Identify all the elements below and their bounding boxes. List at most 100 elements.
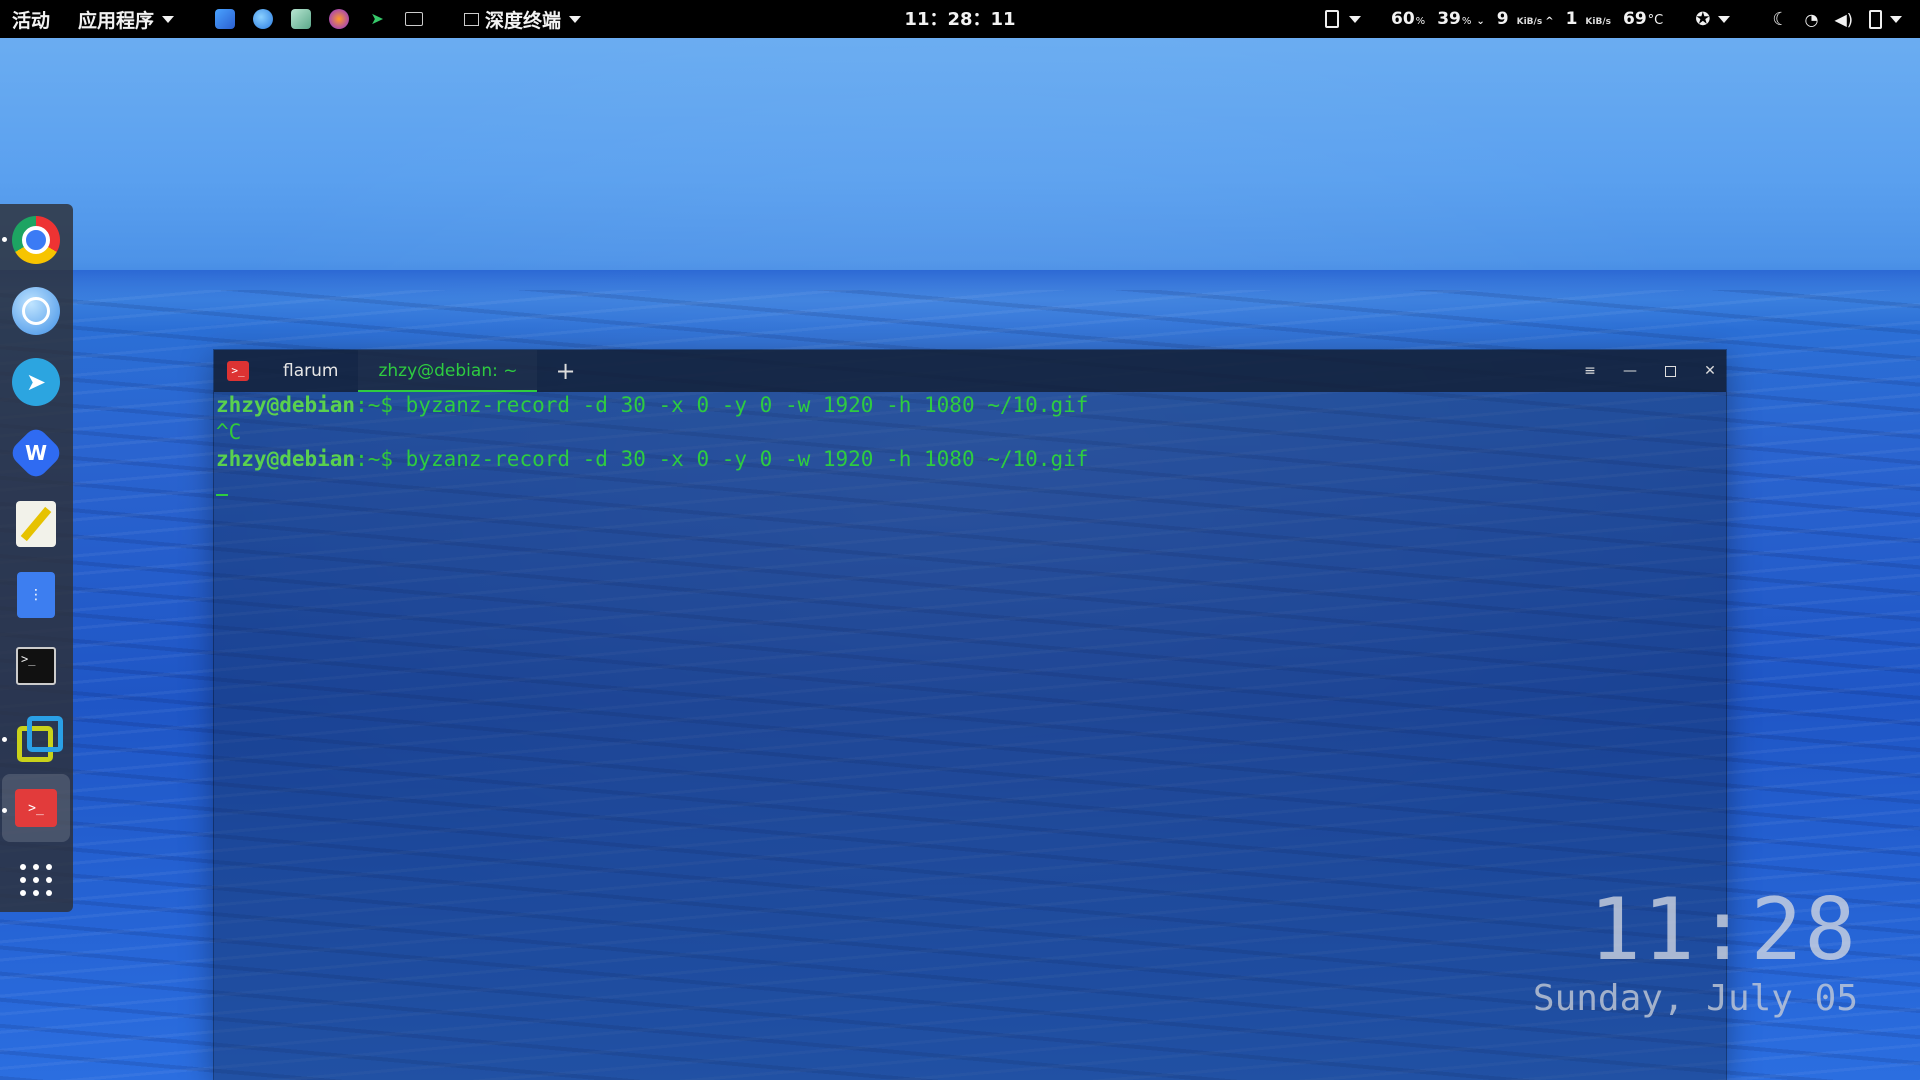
arrow-up-icon: ^ [1545, 16, 1554, 27]
browser-badge-icon[interactable] [253, 9, 274, 29]
terminal-line: zhzy@debian:~$ byzanz-record -d 30 -x 0 … [216, 392, 1726, 419]
net-download: 9 KiB/s ^ [1497, 9, 1554, 29]
app-grid-icon [20, 864, 52, 896]
activities-button[interactable]: 活动 [0, 0, 60, 38]
chevron-down-icon: ⌄ [1476, 16, 1485, 27]
activities-label: 活动 [12, 9, 51, 32]
panel-clock[interactable]: 11：28：11 [904, 9, 1015, 30]
running-indicator [2, 237, 7, 242]
tab-zhzy-debian[interactable]: zhzy@debian: ~ [358, 350, 538, 392]
memory-usage: 39% ⌄ [1437, 9, 1485, 29]
deepin-terminal-icon: >_ [15, 789, 57, 827]
dock-item-app-grid[interactable] [10, 854, 62, 906]
dock-item-telegram[interactable]: ➤ [10, 356, 62, 408]
chevron-down-icon [162, 15, 175, 23]
temp-value: 69 [1623, 9, 1647, 29]
desktop-clock-time: 11:28 [1589, 880, 1858, 980]
new-tab-button[interactable]: + [537, 350, 593, 392]
applications-label: 应用程序 [78, 9, 155, 32]
command-text: byzanz-record -d 30 -x 0 -y 0 -w 1920 -h… [405, 447, 1089, 471]
tab-flarum[interactable]: flarum [263, 350, 358, 392]
close-button[interactable]: ✕ [1690, 350, 1730, 392]
text-cursor [216, 494, 228, 496]
chevron-down-icon [569, 15, 582, 23]
memory-unit: % [1461, 16, 1472, 27]
cpu-value: 60 [1391, 9, 1415, 29]
chrome-icon [12, 216, 60, 264]
app-store-icon[interactable] [215, 9, 236, 29]
keyboard-icon[interactable] [405, 12, 424, 26]
telegram-icon[interactable]: ➤ [367, 9, 387, 29]
maximize-button[interactable] [1650, 350, 1690, 392]
window-menu-label: 深度终端 [485, 9, 562, 32]
terminal-icon: >_ [16, 647, 56, 685]
tab-label: zhzy@debian: ~ [378, 361, 518, 381]
minimize-button[interactable]: — [1610, 350, 1650, 392]
cpu-unit: % [1415, 16, 1426, 27]
tray-launchers: ➤ [184, 0, 442, 38]
temp-unit: °C [1647, 13, 1664, 28]
dock-item-virtualbox[interactable] [10, 711, 63, 763]
desktop-clock-date: Sunday, July 05 [1532, 978, 1858, 1019]
net-down-unit: KiB/s [1516, 17, 1543, 27]
dock-item-chrome[interactable] [10, 214, 62, 266]
prompt-path: :~$ [355, 447, 406, 471]
volume-icon[interactable]: ◀) [1834, 10, 1853, 29]
net-up-value: 1 [1565, 9, 1578, 29]
terminal-line: zhzy@debian:~$ byzanz-record -d 30 -x 0 … [216, 446, 1726, 473]
status-tray: 60% 39% ⌄ 9 KiB/s ^ 1 KiB/s 69 °C ✪ ☾ ◔ ◀) [1317, 0, 1920, 38]
terminal-small-icon [464, 12, 480, 26]
applications-menu[interactable]: 应用程序 [60, 0, 184, 38]
text-editor-icon [16, 501, 56, 547]
running-indicator [2, 737, 7, 742]
dock: ➤ W ⋮ >_ >_ [0, 204, 73, 912]
prompt-path: :~$ [355, 393, 406, 417]
net-upload: 1 KiB/s [1566, 9, 1611, 29]
terminal-titlebar[interactable]: >_ flarum zhzy@debian: ~ + ≡ — ✕ [214, 350, 1726, 392]
terminal-line [216, 473, 1726, 500]
chevron-down-icon[interactable] [1718, 15, 1731, 23]
command-text: byzanz-record -d 30 -x 0 -y 0 -w 1920 -h… [405, 393, 1089, 417]
terminal-output[interactable]: zhzy@debian:~$ byzanz-record -d 30 -x 0 … [216, 392, 1726, 1080]
accessibility-icon[interactable]: ✪ [1695, 9, 1710, 30]
window-menu[interactable]: 深度终端 [442, 0, 591, 38]
dock-item-deepin-terminal[interactable]: >_ [2, 774, 70, 842]
deepin-terminal-icon: >_ [227, 361, 249, 381]
prompt-user: zhzy@debian [216, 447, 356, 471]
cpu-temperature: 69 °C [1623, 9, 1663, 29]
dock-item-terminal[interactable]: >_ [10, 640, 62, 692]
prompt-user: zhzy@debian [216, 393, 356, 417]
maximize-icon [1664, 365, 1676, 377]
dock-item-wps[interactable]: W [7, 424, 65, 482]
dock-item-file-manager[interactable]: ⋮ [10, 569, 62, 621]
terminal-line: ^C [216, 419, 1726, 446]
deepin-browser-icon [12, 287, 60, 335]
battery-icon[interactable] [1869, 9, 1882, 29]
plus-icon: + [555, 357, 576, 385]
night-light-icon[interactable]: ☾ [1772, 9, 1788, 30]
menu-button[interactable]: ≡ [1570, 350, 1610, 392]
hamburger-icon: ≡ [1584, 363, 1596, 379]
chevron-down-icon[interactable] [1349, 15, 1361, 23]
virtualbox-icon [13, 714, 63, 762]
file-manager-icon: ⋮ [17, 572, 55, 618]
clipboard-icon[interactable] [1325, 10, 1339, 28]
wifi-icon[interactable]: ◔ [1804, 10, 1818, 29]
dock-item-deepin-browser[interactable] [10, 285, 62, 337]
firefox-icon[interactable] [329, 9, 350, 29]
telegram-icon: ➤ [12, 358, 60, 406]
net-up-unit: KiB/s [1585, 17, 1611, 27]
wps-icon: W [7, 424, 65, 482]
output-text: ^C [216, 420, 242, 444]
terminal-window[interactable]: >_ flarum zhzy@debian: ~ + ≡ — ✕ zhzy@de… [214, 350, 1726, 1080]
minimize-icon: — [1623, 363, 1637, 379]
dock-item-text-editor[interactable] [10, 498, 62, 550]
screenshot-icon[interactable] [291, 9, 312, 29]
memory-value: 39 [1437, 9, 1461, 29]
close-icon: ✕ [1704, 363, 1716, 379]
top-panel: 活动 应用程序 ➤ 深度终端 11：28：11 60% 39% ⌄ 9 KiB/s… [0, 0, 1920, 38]
net-down-value: 9 [1496, 9, 1509, 29]
tab-label: flarum [283, 361, 339, 381]
cpu-usage: 60% [1391, 9, 1425, 29]
chevron-down-icon[interactable] [1890, 15, 1902, 23]
